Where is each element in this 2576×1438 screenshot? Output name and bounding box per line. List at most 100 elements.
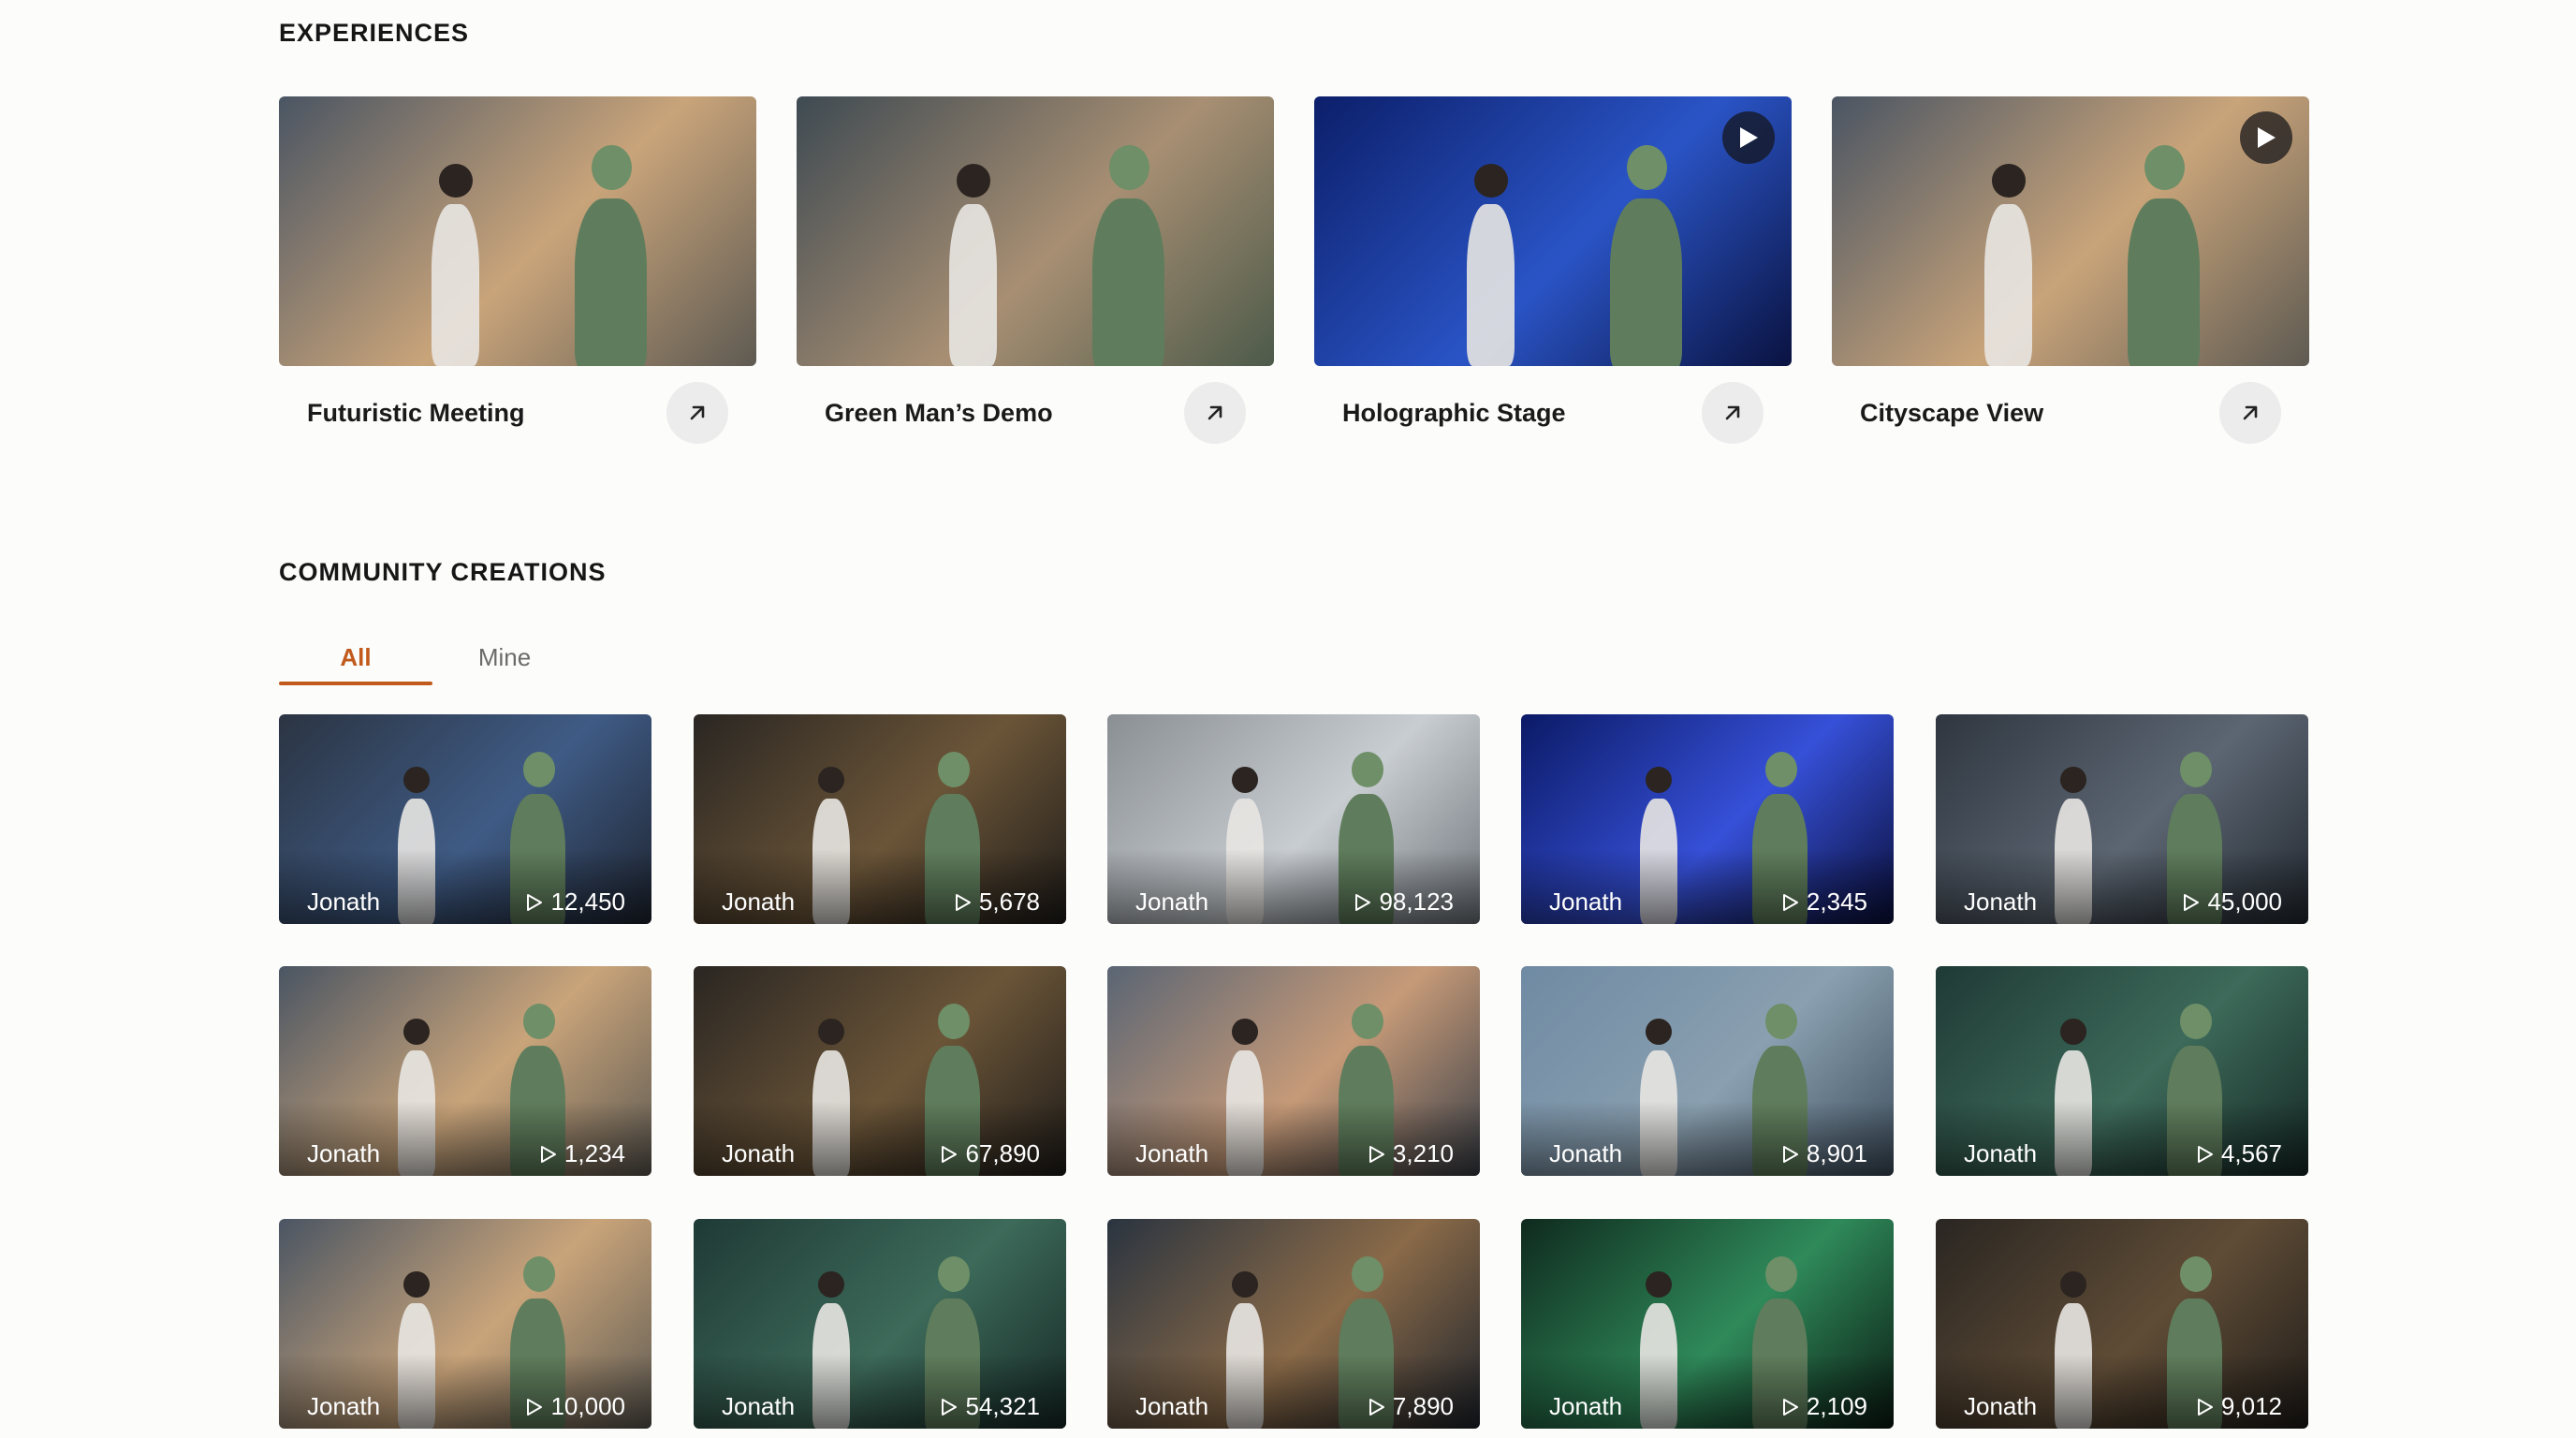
creator-name: Jonath — [722, 888, 796, 916]
creator-name: Jonath — [1549, 888, 1623, 916]
creation-card[interactable]: Jonath 2,345 — [1521, 714, 1894, 924]
green-man-head — [937, 1256, 970, 1293]
experience-card[interactable]: Futuristic Meeting — [279, 96, 756, 460]
creation-card[interactable]: Jonath 7,890 — [1107, 1219, 1480, 1429]
experience-thumbnail[interactable] — [1314, 96, 1792, 366]
creation-card[interactable]: Jonath 98,123 — [1107, 714, 1480, 924]
person-head — [1646, 1271, 1673, 1298]
person-head — [1232, 1271, 1259, 1298]
green-man-head — [522, 1004, 555, 1040]
view-count-value: 4,567 — [2220, 1139, 2282, 1167]
view-count-value: 3,210 — [1392, 1139, 1454, 1167]
tab-mine[interactable]: Mine — [434, 629, 575, 685]
creator-name: Jonath — [1964, 1139, 2038, 1167]
experience-title: Cityscape View — [1860, 398, 2044, 427]
experience-card[interactable]: Holographic Stage — [1314, 96, 1792, 460]
creator-name: Jonath — [307, 1392, 381, 1420]
creator-name: Jonath — [307, 1139, 381, 1167]
creation-card[interactable]: Jonath 1,234 — [279, 966, 651, 1176]
view-count-value: 1,234 — [564, 1139, 625, 1167]
experience-thumbnail[interactable] — [279, 96, 756, 366]
experience-footer: Green Man’s Demo — [797, 366, 1274, 460]
play-icon[interactable] — [2240, 111, 2292, 164]
creation-card[interactable]: Jonath 2,109 — [1521, 1219, 1894, 1429]
creation-card[interactable]: Jonath 45,000 — [1936, 714, 2308, 924]
green-man-head — [937, 1004, 970, 1040]
person-head — [2060, 767, 2087, 793]
creation-card[interactable]: Jonath 3,210 — [1107, 966, 1480, 1176]
view-count-value: 2,345 — [1806, 888, 1867, 916]
creator-name: Jonath — [722, 1392, 796, 1420]
person-head — [1232, 767, 1259, 793]
play-count-icon — [941, 1398, 958, 1416]
experience-card[interactable]: Cityscape View — [1832, 96, 2309, 460]
green-man-head — [1627, 144, 1668, 191]
person-head — [403, 767, 431, 793]
creation-card[interactable]: Jonath 12,450 — [279, 714, 651, 924]
creation-card[interactable]: Jonath 54,321 — [694, 1219, 1066, 1429]
open-experience-button[interactable] — [2219, 382, 2281, 444]
creator-name: Jonath — [722, 1139, 796, 1167]
play-count-icon — [540, 1145, 557, 1164]
experience-thumbnail[interactable] — [1832, 96, 2309, 366]
arrow-up-right-icon — [686, 402, 709, 424]
person-head — [818, 1271, 845, 1298]
open-experience-button[interactable] — [666, 382, 728, 444]
experience-card[interactable]: Green Man’s Demo — [797, 96, 1274, 460]
creation-card[interactable]: Jonath 4,567 — [1936, 966, 2308, 1176]
experience-footer: Cityscape View — [1832, 366, 2309, 460]
creation-card[interactable]: Jonath 10,000 — [279, 1219, 651, 1429]
play-count-icon — [955, 893, 972, 912]
view-count-value: 45,000 — [2207, 888, 2282, 916]
green-man-head — [1351, 752, 1383, 788]
view-count: 2,345 — [1782, 888, 1867, 917]
play-count-icon — [2197, 1145, 2214, 1164]
view-count-value: 67,890 — [965, 1139, 1040, 1167]
play-count-icon — [526, 893, 543, 912]
view-count: 2,109 — [1782, 1392, 1867, 1421]
green-man-head — [1351, 1004, 1383, 1040]
creation-card[interactable]: Jonath 9,012 — [1936, 1219, 2308, 1429]
play-count-icon — [526, 1398, 543, 1416]
green-man-head — [937, 752, 970, 788]
view-count: 10,000 — [526, 1392, 625, 1421]
play-count-icon — [1782, 893, 1799, 912]
green-man-head — [1764, 752, 1797, 788]
person-head — [438, 164, 473, 198]
green-man-head — [1109, 144, 1150, 191]
play-count-icon — [1368, 1145, 1385, 1164]
arrow-up-right-icon — [2239, 402, 2261, 424]
view-count: 45,000 — [2183, 888, 2282, 917]
view-count: 4,567 — [2197, 1139, 2282, 1168]
open-experience-button[interactable] — [1184, 382, 1246, 444]
green-man-head — [1764, 1004, 1797, 1040]
person-head — [1646, 1019, 1673, 1045]
experience-footer: Holographic Stage — [1314, 366, 1792, 460]
green-man-head — [2179, 752, 2212, 788]
green-man-figure — [2128, 198, 2200, 366]
creation-card[interactable]: Jonath 67,890 — [694, 966, 1066, 1176]
play-count-icon — [1354, 893, 1371, 912]
experience-thumbnail[interactable] — [797, 96, 1274, 366]
page: EXPERIENCES Futuristic Meeting Green Man’… — [0, 0, 2576, 1438]
view-count-value: 12,450 — [550, 888, 625, 916]
person-head — [2060, 1019, 2087, 1045]
creation-card[interactable]: Jonath 5,678 — [694, 714, 1066, 924]
creation-card[interactable]: Jonath 8,901 — [1521, 966, 1894, 1176]
tab-all[interactable]: All — [279, 629, 432, 685]
view-count-value: 98,123 — [1379, 888, 1454, 916]
creator-name: Jonath — [1135, 1392, 1209, 1420]
green-man-head — [1764, 1256, 1797, 1293]
active-tab-indicator — [279, 682, 432, 685]
creator-name: Jonath — [1964, 888, 2038, 916]
person-figure — [1984, 204, 2033, 366]
person-head — [2060, 1271, 2087, 1298]
play-icon[interactable] — [1722, 111, 1775, 164]
play-count-icon — [1782, 1145, 1799, 1164]
person-figure — [949, 204, 998, 366]
creator-name: Jonath — [1549, 1392, 1623, 1420]
arrow-up-right-icon — [1204, 402, 1226, 424]
view-count-value: 10,000 — [550, 1392, 625, 1420]
person-figure — [1467, 204, 1515, 366]
open-experience-button[interactable] — [1702, 382, 1764, 444]
